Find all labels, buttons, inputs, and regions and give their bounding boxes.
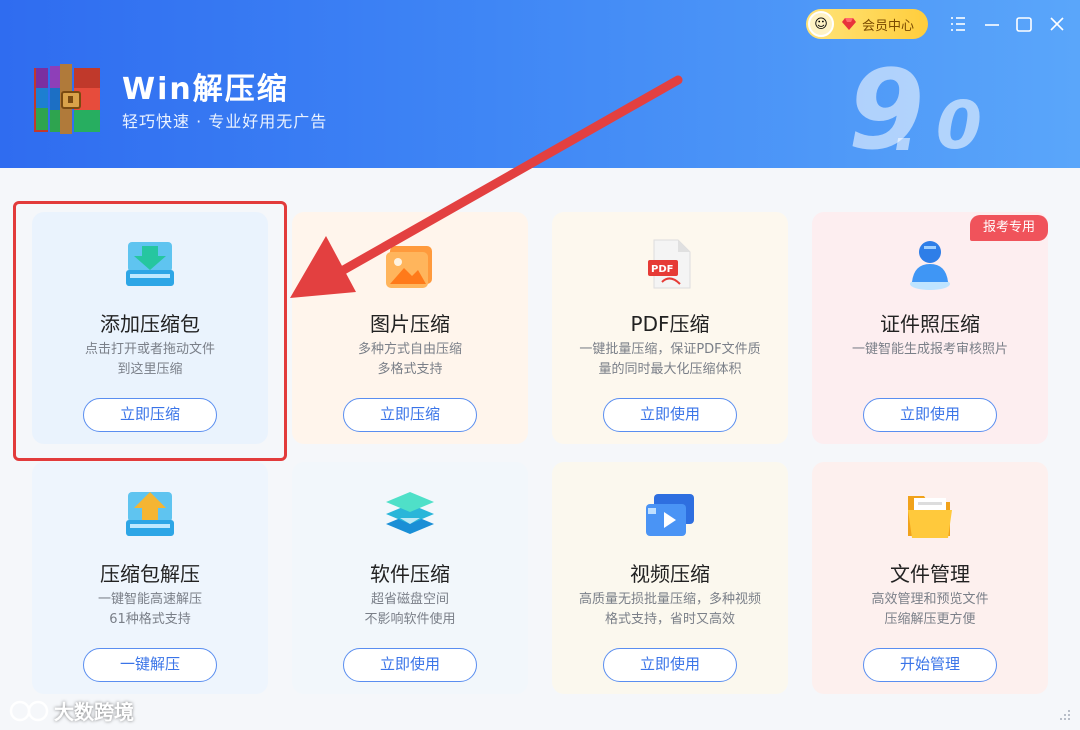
card-video-compress[interactable]: 视频压缩 高质量无损批量压缩，多种视频 格式支持，省时又高效 立即使用 (552, 462, 788, 694)
resize-grip-icon[interactable] (1058, 708, 1072, 722)
card-id-photo-compress[interactable]: 证件照压缩 一键智能生成报考审核照片 立即使用 (812, 212, 1048, 444)
pdf-icon: PDF (640, 234, 700, 294)
use-now-button[interactable]: 立即使用 (343, 648, 477, 682)
card-extract-archive[interactable]: 压缩包解压 一键智能高速解压 61种格式支持 一键解压 (32, 462, 268, 694)
folder-icon (900, 484, 960, 544)
add-archive-icon (120, 234, 180, 294)
use-now-button[interactable]: 立即使用 (863, 398, 997, 432)
compress-now-button[interactable]: 立即压缩 (83, 398, 217, 432)
version-number: 9 0 (848, 46, 998, 168)
card-description: 一键批量压缩，保证PDF文件质 量的同时最大化压缩体积 (579, 342, 761, 377)
card-title: 证件照压缩 (880, 312, 980, 336)
card-title: PDF压缩 (630, 312, 710, 336)
app-title: Win解压缩 (122, 72, 289, 107)
id-photo-icon (900, 234, 960, 294)
extract-icon (120, 484, 180, 544)
winrar-books-logo-icon (30, 62, 104, 134)
svg-text:9: 9 (848, 48, 925, 163)
use-now-button[interactable]: 立即使用 (603, 648, 737, 682)
image-icon (380, 234, 440, 294)
card-title: 视频压缩 (630, 562, 710, 586)
card-title: 软件压缩 (370, 562, 450, 586)
svg-text:0: 0 (936, 87, 982, 163)
card-title: 压缩包解压 (100, 562, 200, 586)
svg-text:PDF: PDF (651, 264, 673, 275)
card-description: 超省磁盘空间 不影响软件使用 (364, 592, 456, 627)
exam-only-badge: 报考专用 (970, 215, 1048, 241)
maximize-icon[interactable] (1014, 14, 1034, 34)
card-image-compress[interactable]: 图片压缩 多种方式自由压缩 多格式支持 立即压缩 (292, 212, 528, 444)
card-description: 高质量无损批量压缩，多种视频 格式支持，省时又高效 (578, 592, 761, 627)
extract-now-button[interactable]: 一键解压 (83, 648, 217, 682)
card-description: 一键智能高速解压 61种格式支持 (97, 592, 202, 627)
card-title: 文件管理 (890, 562, 970, 586)
minimize-icon[interactable] (982, 14, 1002, 34)
watermark-text: 大数跨境 (54, 700, 134, 724)
card-title: 图片压缩 (370, 312, 450, 336)
software-layers-icon (380, 484, 440, 544)
close-icon[interactable] (1047, 14, 1067, 34)
card-software-compress[interactable]: 软件压缩 超省磁盘空间 不影响软件使用 立即使用 (292, 462, 528, 694)
card-description: 高效管理和预览文件 压缩解压更方便 (871, 592, 989, 627)
vip-center-button[interactable]: ☺ 会员中心 (806, 9, 928, 39)
card-description: 一键智能生成报考审核照片 (851, 342, 1008, 357)
header-banner: Win解压缩 轻巧快速 · 专业好用无广告 9 0 ☺ 会员中心 (0, 0, 1080, 168)
watermark: 大数跨境 (8, 696, 134, 725)
menu-icon[interactable] (948, 14, 968, 34)
card-pdf-compress[interactable]: PDF PDF压缩 一键批量压缩，保证PDF文件质 量的同时最大化压缩体积 立即使… (552, 212, 788, 444)
app-subtitle: 轻巧快速 · 专业好用无广告 (122, 112, 328, 131)
card-description: 多种方式自由压缩 多格式支持 (357, 342, 462, 377)
avatar: ☺ (808, 11, 834, 37)
card-title: 添加压缩包 (100, 312, 200, 336)
compress-now-button[interactable]: 立即压缩 (343, 398, 477, 432)
watermark-logo-icon (9, 700, 49, 721)
video-icon (640, 484, 700, 544)
use-now-button[interactable]: 立即使用 (603, 398, 737, 432)
vip-center-label: 会员中心 (862, 18, 915, 34)
card-file-management[interactable]: 文件管理 高效管理和预览文件 压缩解压更方便 开始管理 (812, 462, 1048, 694)
diamond-icon (842, 18, 856, 30)
card-add-archive[interactable]: 添加压缩包 点击打开或者拖动文件 到这里压缩 立即压缩 (32, 212, 268, 444)
card-description: 点击打开或者拖动文件 到这里压缩 (84, 342, 215, 377)
start-manage-button[interactable]: 开始管理 (863, 648, 997, 682)
